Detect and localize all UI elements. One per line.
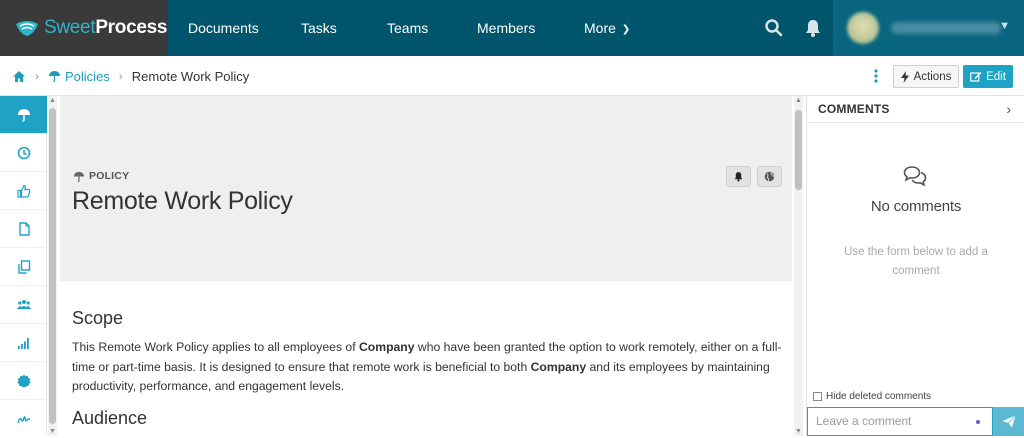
document-type-label: POLICY [73, 170, 129, 182]
scroll-down-icon[interactable]: ▼ [48, 427, 57, 436]
search-icon[interactable] [764, 18, 784, 38]
document-header: POLICY Remote Work Policy [60, 96, 792, 281]
actions-button[interactable]: Actions [893, 65, 959, 88]
empty-comments-hint: Use the form below to add a comment [844, 246, 988, 277]
document-scrollbar[interactable]: ▲ ▼ [794, 96, 803, 436]
bell-icon[interactable] [803, 18, 823, 38]
umbrella-icon [49, 71, 60, 82]
nav-tasks[interactable]: Tasks [301, 0, 337, 56]
thumbs-up-icon [16, 184, 30, 198]
breadcrumb-policies[interactable]: Policies [48, 69, 110, 84]
rail-signature[interactable] [0, 400, 47, 438]
section-body-scope: This Remote Work Policy applies to all e… [72, 340, 782, 393]
breadcrumb-separator: › [35, 69, 39, 83]
subscribe-button[interactable] [726, 166, 751, 187]
section-heading-scope: Scope [72, 308, 124, 328]
comment-input[interactable]: Leave a comment [807, 407, 993, 436]
comments-header: COMMENTS › [807, 96, 1024, 123]
lightning-icon [900, 70, 909, 83]
edit-button[interactable]: Edit [963, 65, 1013, 88]
history-icon [17, 146, 30, 159]
breadcrumb-separator: › [118, 69, 123, 83]
signature-icon [16, 416, 30, 424]
rail-copy[interactable] [0, 248, 47, 286]
section-heading-audience: Audience [72, 408, 148, 428]
logo-text: SweetProcess [44, 17, 168, 38]
chevron-down-icon: ❯ [621, 24, 631, 35]
rail-document[interactable] [0, 210, 47, 248]
home-icon[interactable] [12, 70, 26, 83]
chevron-down-icon: ▼ [999, 20, 1010, 32]
umbrella-icon [17, 108, 30, 122]
rail-team[interactable] [0, 286, 47, 324]
umbrella-icon [73, 171, 85, 182]
more-options-icon[interactable] [872, 68, 880, 84]
scroll-up-icon[interactable]: ▲ [794, 96, 803, 105]
comments-icon [903, 166, 927, 187]
document-view: POLICY Remote Work Policy Scope This Rem… [58, 96, 792, 436]
scroll-up-icon[interactable]: ▲ [48, 96, 57, 105]
edit-icon [970, 72, 982, 82]
team-icon [16, 299, 31, 309]
user-name-blurred [891, 22, 1001, 34]
rail-policy[interactable] [0, 96, 47, 134]
chart-icon [17, 337, 29, 349]
nav-documents[interactable]: Documents [188, 0, 259, 56]
comments-panel: COMMENTS › No comments Use the form belo… [806, 96, 1024, 436]
avatar [847, 12, 879, 44]
hide-deleted-toggle[interactable]: Hide deleted comments [813, 391, 931, 402]
nav-members[interactable]: Members [477, 0, 535, 56]
page-title: Remote Work Policy [72, 187, 293, 215]
scroll-thumb[interactable] [49, 108, 56, 424]
hide-deleted-checkbox[interactable] [813, 392, 822, 401]
sweetprocess-logo-icon [16, 21, 38, 36]
empty-comments-title: No comments [870, 198, 962, 215]
rail-approvals[interactable] [0, 172, 47, 210]
rail-history[interactable] [0, 134, 47, 172]
collapse-panel-icon[interactable]: › [1006, 101, 1011, 117]
breadcrumb-bar: › Policies › Remote Work Policy Actions … [0, 56, 1024, 96]
breadcrumb-current: Remote Work Policy [131, 68, 250, 84]
badge-icon [16, 374, 31, 388]
input-indicator-dot [976, 420, 980, 424]
breadcrumb: › Policies › Remote Work Policy [12, 56, 249, 96]
nav-more[interactable]: More ❯ [584, 0, 630, 56]
top-navbar: SweetProcess Documents Tasks Teams Membe… [0, 0, 1024, 56]
share-public-button[interactable] [757, 166, 782, 187]
comments-title: COMMENTS [818, 102, 890, 116]
rail-stats[interactable] [0, 324, 47, 362]
copy-icon [17, 259, 30, 274]
rail-scrollbar[interactable]: ▲ ▼ [48, 96, 57, 436]
nav-teams[interactable]: Teams [387, 0, 428, 56]
user-menu[interactable]: ▼ [833, 0, 1024, 56]
globe-icon [764, 171, 775, 182]
scroll-down-icon[interactable]: ▼ [794, 427, 803, 436]
left-rail [0, 96, 47, 436]
rail-badge[interactable] [0, 362, 47, 400]
send-comment-button[interactable] [993, 407, 1024, 436]
send-icon [1002, 415, 1016, 428]
scroll-thumb[interactable] [795, 110, 802, 190]
logo[interactable]: SweetProcess [0, 0, 168, 56]
document-icon [18, 221, 30, 236]
bell-icon [734, 172, 743, 182]
